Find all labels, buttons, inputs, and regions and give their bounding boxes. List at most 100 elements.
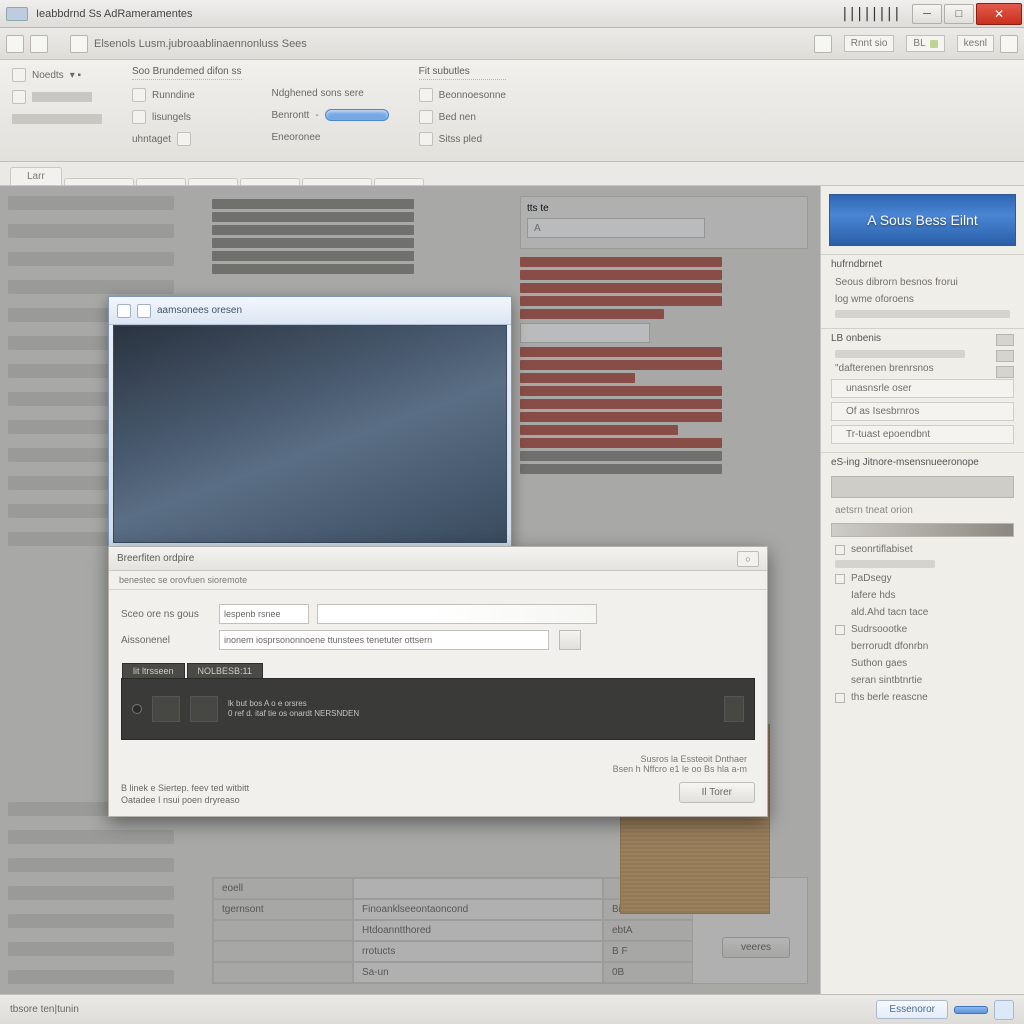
close-button[interactable]: ✕ (976, 3, 1022, 25)
dialog-header[interactable]: Breerfiten ordpire ○ (109, 547, 767, 571)
nav-item[interactable] (8, 252, 174, 266)
nav-item[interactable] (8, 914, 174, 928)
panel-tool-icon[interactable] (996, 350, 1014, 362)
field-label: Aissonenel (121, 635, 211, 646)
tool-icon-3[interactable] (70, 35, 88, 53)
nav-item[interactable] (8, 196, 174, 210)
panel-item[interactable]: "dafterenen brenrsnos (821, 360, 1024, 377)
panel-section-header: LB onbenis (821, 328, 1024, 348)
minimize-button[interactable]: ─ (912, 4, 942, 24)
field-label: Sceo ore ns gous (121, 609, 211, 620)
table-cell (213, 920, 353, 941)
panel-tool-icon[interactable] (996, 366, 1014, 378)
ribbon-icon[interactable] (132, 110, 146, 124)
text-input[interactable] (317, 604, 597, 624)
quick-toolbar: Elsenols Lusm.jubroaablinaennonluss Sees… (0, 28, 1024, 60)
status-button-1[interactable]: Essenoror (876, 1000, 948, 1019)
panel-box[interactable]: Tr-tuast epoendbnt (831, 425, 1014, 444)
tool-icon-r2[interactable] (1000, 35, 1018, 53)
panel-tool-icon[interactable] (996, 334, 1014, 346)
input-field[interactable] (520, 323, 650, 343)
status-text: tbsore ten|tunin (10, 1004, 79, 1015)
toolbar-right-2[interactable]: BL (906, 35, 944, 52)
media-text: lk but bos A o e orsres 0 ref d. itaf ti… (228, 699, 359, 719)
nav-item[interactable] (8, 830, 174, 844)
media-strip: lit ltrsseen NOLBESB:11 lk but bos A o e… (121, 678, 755, 740)
radio-icon[interactable] (132, 704, 142, 714)
search-field[interactable]: A (527, 218, 705, 238)
table-cell: ebtA (603, 920, 693, 941)
dialog-header[interactable]: aamsonees oresen (109, 297, 511, 325)
nav-item[interactable] (8, 858, 174, 872)
ribbon-icon[interactable] (177, 132, 191, 146)
ribbon-pill[interactable] (325, 109, 389, 121)
ribbon-icon[interactable] (12, 90, 26, 104)
dialog-preview-body (113, 325, 507, 543)
ribbon-icon[interactable] (132, 88, 146, 102)
panel-checkbox[interactable]: PaDsegy (821, 570, 1024, 587)
document-tabs: Larr (0, 162, 1024, 186)
nav-item[interactable] (8, 224, 174, 238)
dialog-subtitle: benestec se orovfuen sioremote (109, 571, 767, 590)
tab-2[interactable] (64, 178, 134, 185)
ribbon-icon[interactable] (419, 88, 433, 102)
tool-icon-1[interactable] (6, 35, 24, 53)
ribbon-icon[interactable] (419, 132, 433, 146)
panel-preview (831, 476, 1014, 498)
table-cell[interactable]: Sa-un (353, 962, 603, 983)
nav-item[interactable] (8, 970, 174, 984)
ribbon-icon[interactable] (419, 110, 433, 124)
panel-box[interactable]: unasnsrle oser (831, 379, 1014, 398)
tab-3[interactable] (136, 178, 186, 185)
window-title: Ieabbdrnd Ss AdRameramentes (34, 8, 841, 20)
panel-box[interactable]: Of as Isesbrnros (831, 402, 1014, 421)
dropdown-button[interactable] (559, 630, 581, 650)
search-card: tts te A (520, 196, 808, 249)
panel-text: aetsrn tneat orion (821, 502, 1024, 519)
thumb[interactable] (152, 696, 180, 722)
table-cell (353, 878, 603, 899)
tool-icon-r1[interactable] (814, 35, 832, 53)
checkbox-icon (835, 545, 845, 555)
nav-item[interactable] (8, 280, 174, 294)
panel-banner: A Sous Bess Eilnt (829, 194, 1016, 246)
media-tab[interactable]: lit ltrsseen (122, 663, 185, 678)
ribbon-group-2: Soo Brundemed difon ss Runndine lisungel… (132, 66, 242, 155)
dropdown[interactable]: inonem iosprsononnoene ttunstees tenetut… (219, 630, 549, 650)
media-tab[interactable]: NOLBESB:11 (187, 663, 263, 678)
tab-4[interactable] (188, 178, 238, 185)
tab-5[interactable] (240, 178, 300, 185)
table-cell[interactable]: Finoanklseeontaoncond (353, 899, 603, 920)
ribbon-icon[interactable] (12, 68, 26, 82)
toolbar-right-1[interactable]: Rnnt sio (844, 35, 895, 52)
checkbox-icon (835, 693, 845, 703)
dialog-title: Breerfiten ordpire (117, 553, 194, 564)
table-cell[interactable]: rrotucts (353, 941, 603, 962)
preview-dialog: aamsonees oresen (108, 296, 512, 548)
thumb[interactable] (190, 696, 218, 722)
apply-button[interactable]: veeres (722, 937, 790, 958)
status-icon[interactable] (994, 1000, 1014, 1020)
tab-7[interactable] (374, 178, 424, 185)
maximize-button[interactable]: □ (944, 4, 974, 24)
tool-icon-2[interactable] (30, 35, 48, 53)
panel-item[interactable]: log wme oforoens (821, 291, 1024, 308)
panel-slider[interactable] (831, 523, 1014, 537)
table-cell[interactable]: Htdoanntthored (353, 920, 603, 941)
panel-checkbox[interactable]: Sudrsoootke (821, 621, 1024, 638)
nav-item[interactable] (8, 886, 174, 900)
status-button-2[interactable] (954, 1006, 988, 1014)
tab-6[interactable] (302, 178, 372, 185)
tab-1[interactable]: Larr (10, 167, 62, 185)
dropdown[interactable]: lespenb rsnee (219, 604, 309, 624)
panel-checkbox[interactable]: ths berle reascne (821, 689, 1024, 706)
ok-button[interactable]: Il Torer (679, 782, 755, 803)
toolbar-label: Elsenols Lusm.jubroaablinaennonluss Sees (94, 38, 307, 50)
checkbox-icon (835, 625, 845, 635)
thumb[interactable] (724, 696, 744, 722)
dialog-close-button[interactable]: ○ (737, 551, 759, 567)
nav-item[interactable] (8, 942, 174, 956)
app-icon (6, 7, 28, 21)
panel-checkbox[interactable]: seonrtiflabiset (821, 541, 1024, 558)
toolbar-right-3[interactable]: kesnl (957, 35, 994, 52)
